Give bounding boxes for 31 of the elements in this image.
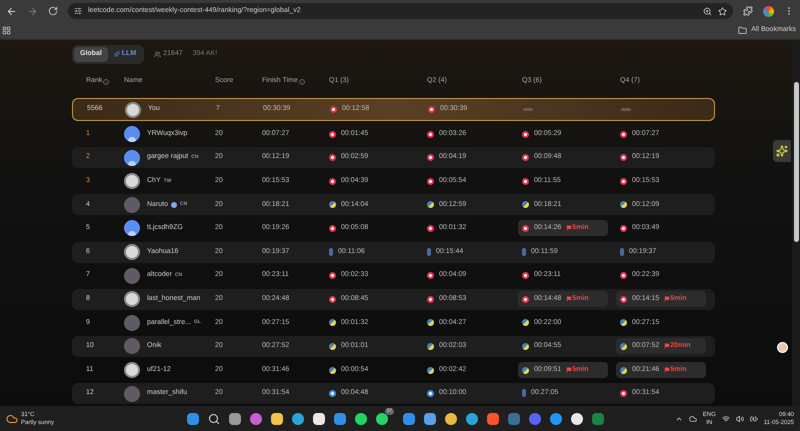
app-icon[interactable]: [334, 412, 346, 424]
scrollbar[interactable]: [792, 40, 800, 406]
flag-icon: [664, 296, 670, 302]
info-icon: [103, 78, 110, 84]
app-icon[interactable]: [508, 412, 520, 424]
zoom-icon[interactable]: [703, 6, 712, 16]
info-icon: [298, 78, 305, 84]
flag-icon: [566, 367, 572, 374]
participants-icon: [154, 50, 162, 58]
volume-icon[interactable]: [736, 414, 744, 422]
back-icon[interactable]: [6, 6, 17, 16]
avatar-icon[interactable]: [776, 342, 788, 353]
search-icon[interactable]: [208, 412, 220, 424]
flag-icon: [664, 367, 670, 374]
wifi-icon[interactable]: [722, 414, 730, 422]
battery-icon[interactable]: [750, 414, 758, 422]
flag-icon: [664, 343, 670, 350]
reload-icon[interactable]: [48, 6, 58, 16]
flag-icon: [566, 225, 572, 232]
sparkle-icon: [114, 51, 120, 57]
site-info-icon[interactable]: [74, 7, 82, 15]
flag-icon: [566, 296, 572, 302]
extensions-icon[interactable]: [743, 6, 753, 16]
apps-icon[interactable]: [2, 26, 11, 35]
forward-icon[interactable]: [27, 6, 38, 16]
bookmark-star-icon[interactable]: [718, 6, 727, 16]
sparkle-icon: [776, 145, 788, 157]
sparkle-widget-button[interactable]: [773, 140, 791, 162]
weather-icon: [6, 412, 18, 424]
profile-icon[interactable]: [763, 6, 774, 16]
cloud-icon[interactable]: [688, 414, 697, 422]
